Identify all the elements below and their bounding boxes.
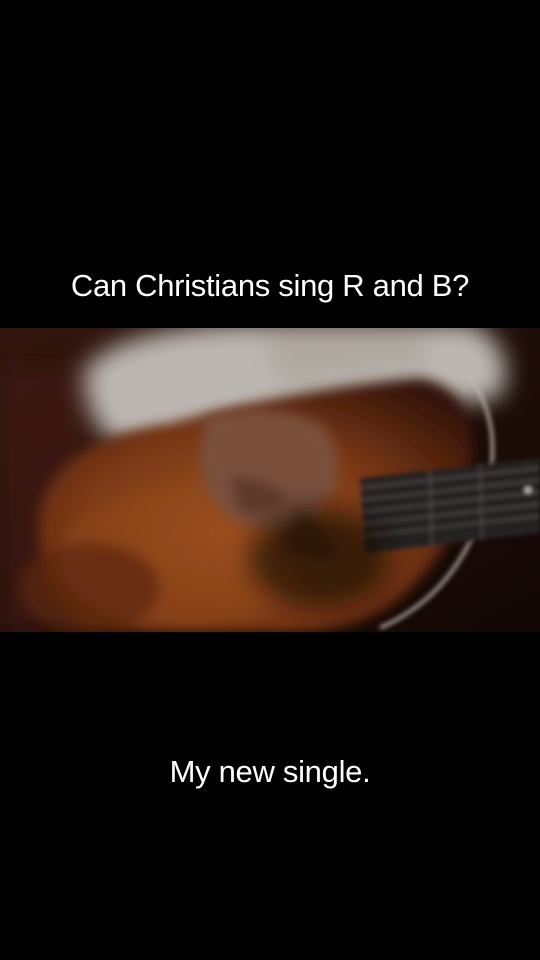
top-caption: Can Christians sing R and B? xyxy=(70,268,470,303)
video-frame: Can Christians sing R and B? My new sing… xyxy=(0,0,540,960)
blurred-guitar-player-image xyxy=(0,328,540,632)
video-still-image xyxy=(0,328,540,632)
bottom-caption: My new single. xyxy=(169,754,371,789)
